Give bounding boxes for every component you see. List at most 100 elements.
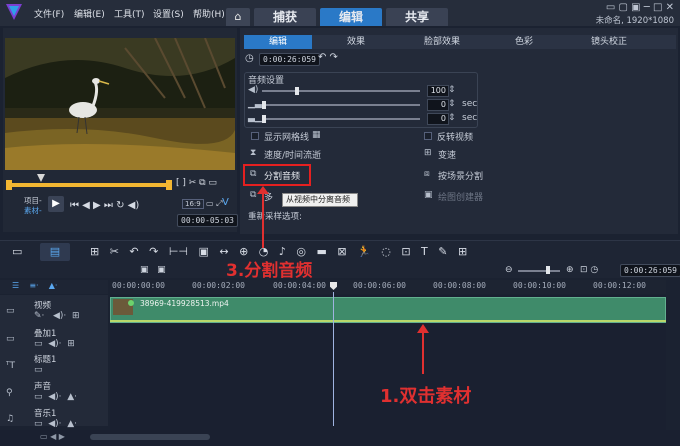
trim-controls[interactable]: [ ] ✂ ⧉ ▭ bbox=[176, 178, 217, 188]
scroll-controls[interactable]: ▭ ◀ ▶ bbox=[40, 432, 65, 441]
zoom-slider[interactable] bbox=[518, 270, 560, 272]
zoom-knob[interactable] bbox=[546, 266, 550, 274]
home-button[interactable]: ⌂ bbox=[226, 8, 250, 26]
track-name: 音乐1 bbox=[34, 409, 57, 419]
track-controls[interactable]: ▭ ◀)· ▲· bbox=[34, 419, 77, 429]
down-arrow-icon[interactable]: V bbox=[222, 197, 229, 208]
trim-out-handle[interactable] bbox=[166, 180, 172, 190]
playhead-line[interactable] bbox=[333, 292, 334, 426]
annotation-step-3: 3.分割音频 bbox=[226, 261, 313, 281]
play-button[interactable]: ▶ bbox=[48, 196, 64, 212]
player-options[interactable]: ▭ ⤢ bbox=[206, 199, 223, 209]
subtab-lens-correction[interactable]: 镜头校正 bbox=[566, 35, 652, 49]
track-manager-icons[interactable]: ☰ ≡· ▲· bbox=[12, 281, 57, 290]
fade-out-value[interactable]: 0 bbox=[427, 113, 449, 125]
grid-icon[interactable]: ▦ bbox=[312, 130, 321, 140]
playback-controls[interactable]: ⏮ ◀ ▶ ⏭ ↻ ◀) bbox=[70, 200, 139, 211]
mask-creator-button: 绘图创建器 bbox=[438, 193, 484, 203]
app-logo-icon bbox=[6, 4, 22, 20]
multi-trim-icon[interactable]: ⧉ bbox=[250, 190, 256, 200]
show-grid-checkbox[interactable] bbox=[251, 132, 259, 140]
title-track[interactable] bbox=[110, 350, 666, 378]
zoom-out-icon[interactable]: ⊖ bbox=[505, 265, 513, 275]
scrollbar-thumb[interactable] bbox=[90, 434, 210, 440]
stepper-icon[interactable]: ⇕ bbox=[448, 99, 456, 109]
fade-out-knob[interactable] bbox=[262, 115, 266, 123]
scrub-bar[interactable] bbox=[8, 183, 168, 187]
menu-file[interactable]: 文件(F) bbox=[34, 7, 64, 20]
mask-icon: ▣ bbox=[424, 190, 433, 200]
variable-speed-button[interactable]: 变速 bbox=[438, 148, 456, 161]
player-timecode[interactable]: 00:00-05:03 bbox=[177, 214, 238, 227]
volume-slider[interactable] bbox=[262, 90, 420, 92]
fade-out-slider[interactable] bbox=[262, 118, 420, 120]
overlay-track[interactable] bbox=[110, 324, 666, 352]
stepper-icon[interactable]: ⇕ bbox=[448, 85, 456, 95]
voice-track-icon: ⚲ bbox=[6, 388, 13, 398]
motion-icons[interactable]: ▣ ▣ bbox=[140, 265, 166, 275]
subtab-color[interactable]: 色彩 bbox=[490, 35, 558, 49]
unit-sec: sec bbox=[462, 113, 478, 123]
split-audio-icon[interactable]: ⧉ bbox=[250, 169, 256, 179]
window-controls[interactable]: ▭ ▢ ▣ ─ □ ✕ bbox=[606, 2, 674, 13]
annotation-arrow-1 bbox=[422, 330, 424, 374]
tab-capture[interactable]: 捕获 bbox=[254, 8, 316, 26]
track-name: 视频 bbox=[34, 301, 52, 311]
aspect-ratio[interactable]: 16:9 bbox=[182, 199, 204, 209]
tab-share[interactable]: 共享 bbox=[386, 8, 448, 26]
track-controls[interactable]: ▭ bbox=[34, 365, 43, 375]
timeline-view-icon[interactable]: ▤ bbox=[40, 243, 70, 261]
track-name: 声音 bbox=[34, 382, 52, 392]
clip-name: 38969-419928513.mp4 bbox=[140, 299, 229, 308]
unit-sec: sec bbox=[462, 99, 478, 109]
subtab-effect[interactable]: 效果 bbox=[322, 35, 390, 49]
volume-knob[interactable] bbox=[295, 87, 299, 95]
music-track[interactable] bbox=[110, 404, 666, 432]
stepper-icon[interactable]: ⇕ bbox=[448, 113, 456, 123]
volume-icon: ◀) bbox=[248, 85, 259, 95]
split-audio-button[interactable]: 分割音频 bbox=[264, 169, 300, 182]
ruler-label: 00:00:04:00 bbox=[273, 281, 326, 290]
subtab-face-effect[interactable]: 脸部效果 bbox=[400, 35, 484, 49]
menu-settings[interactable]: 设置(S) bbox=[153, 7, 184, 20]
fade-in-icon: ▁▃ bbox=[248, 99, 262, 109]
duration-field[interactable]: 0:00:26:059 bbox=[259, 53, 320, 66]
menu-tools[interactable]: 工具(T) bbox=[114, 7, 145, 20]
trim-in-handle[interactable] bbox=[6, 180, 12, 190]
project-info: 未命名, 1920*1080 bbox=[595, 16, 674, 26]
ruler-label: 00:00:02:00 bbox=[192, 281, 245, 290]
clock-icon: ◷ bbox=[245, 53, 254, 64]
timeline-timecode[interactable]: 0:00:26:059 bbox=[620, 264, 680, 277]
ruler-label: 00:00:06:00 bbox=[353, 281, 406, 290]
fade-in-value[interactable]: 0 bbox=[427, 99, 449, 111]
track-controls[interactable]: ▭ ◀)· ▲· bbox=[34, 392, 77, 402]
mode-clip[interactable]: 素材- bbox=[24, 206, 42, 216]
speed-time-button[interactable]: 速度/时间流逝 bbox=[264, 148, 321, 161]
menu-help[interactable]: 帮助(H) bbox=[193, 7, 225, 20]
track-controls[interactable]: ✎· ◀)· ⊞ bbox=[34, 311, 80, 321]
clip-audio-line bbox=[110, 320, 666, 322]
reverse-label[interactable]: 反转视频 bbox=[437, 130, 473, 143]
speed-time-icon[interactable]: ⧗ bbox=[250, 148, 256, 158]
play-icon: ▶ bbox=[52, 198, 60, 209]
reverse-checkbox[interactable] bbox=[424, 132, 432, 140]
volume-value[interactable]: 100 bbox=[427, 85, 449, 97]
scene-split-icon[interactable]: ⧈ bbox=[424, 169, 430, 179]
fit-icons[interactable]: ⊡ ◷ bbox=[580, 265, 598, 275]
variable-speed-icon[interactable]: ⊞ bbox=[424, 148, 432, 158]
mode-project[interactable]: 项目- bbox=[24, 196, 42, 206]
scene-split-button[interactable]: 按场景分割 bbox=[438, 169, 483, 182]
home-icon: ⌂ bbox=[234, 10, 242, 23]
menu-edit[interactable]: 编辑(E) bbox=[74, 7, 105, 20]
zoom-in-icon[interactable]: ⊕ bbox=[566, 265, 574, 275]
rotate-icons[interactable]: ↶ ↷ bbox=[318, 52, 338, 63]
fade-out-icon: ▃▁ bbox=[248, 113, 262, 123]
track-controls[interactable]: ▭ ◀)· ⊞ bbox=[34, 339, 75, 349]
storyboard-view-icon[interactable]: ▭ bbox=[12, 245, 22, 258]
fade-in-slider[interactable] bbox=[262, 104, 420, 106]
ruler-label: 00:00:10:00 bbox=[513, 281, 566, 290]
tab-edit[interactable]: 编辑 bbox=[320, 8, 382, 26]
subtab-edit[interactable]: 编辑 bbox=[244, 35, 312, 49]
show-grid-label[interactable]: 显示网格线 bbox=[264, 130, 309, 143]
fade-in-knob[interactable] bbox=[262, 101, 266, 109]
